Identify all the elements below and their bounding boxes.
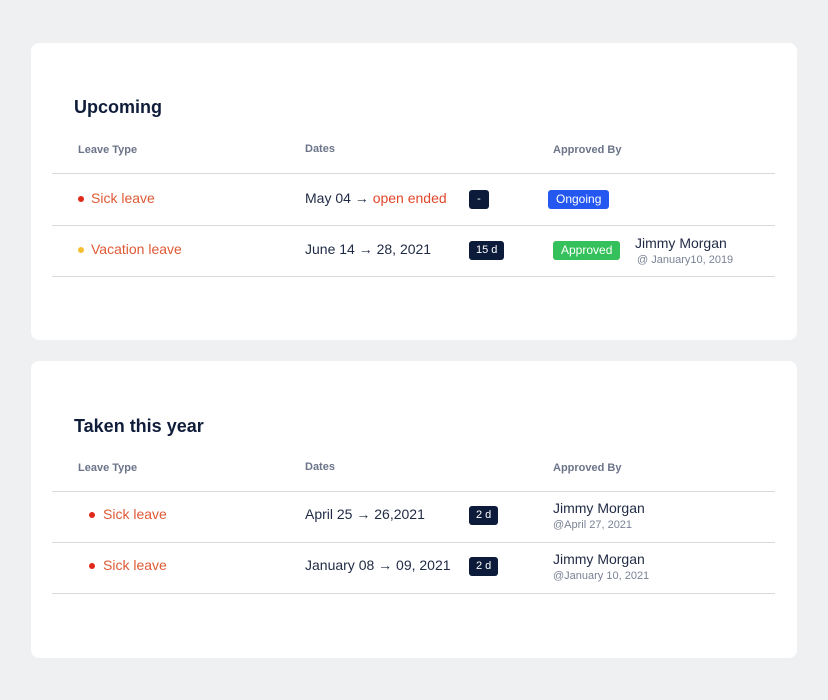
- leave-type: Sick leave: [103, 557, 167, 573]
- divider: [52, 593, 775, 594]
- approval-date: @January 10, 2021: [553, 570, 650, 582]
- table-row[interactable]: Sick leave January 08 → 09, 2021 2 d Jim…: [52, 542, 775, 592]
- table-row[interactable]: Vacation leave June 14 → 28, 2021 15 d A…: [52, 226, 775, 276]
- status-badge-approved: Approved: [553, 241, 621, 260]
- duration-badge: -: [469, 190, 489, 209]
- divider: [52, 276, 775, 277]
- leave-type: Vacation leave: [91, 241, 182, 257]
- open-ended-label: open ended: [372, 190, 447, 206]
- duration-badge: 2 d: [469, 557, 499, 576]
- taken-this-year-card: Taken this year Leave Type Dates Approve…: [31, 361, 797, 658]
- approver-name: Jimmy Morgan: [635, 235, 727, 251]
- leave-dates: June 14 → 28, 2021: [305, 241, 432, 257]
- leave-type: Sick leave: [103, 506, 167, 522]
- upcoming-card: Upcoming Leave Type Dates Approved By Si…: [31, 43, 797, 340]
- upcoming-title: Upcoming: [74, 97, 162, 117]
- column-header-approved-by: Approved By: [553, 462, 622, 474]
- approval-date: @ January10, 2019: [637, 254, 734, 266]
- duration-badge: 2 d: [469, 506, 499, 525]
- red-dot-icon: [89, 512, 95, 518]
- column-header-dates: Dates: [305, 461, 335, 473]
- table-row[interactable]: Sick leave April 25 → 26,2021 2 d Jimmy …: [52, 491, 775, 541]
- duration-badge: 15 d: [469, 241, 505, 260]
- red-dot-icon: [89, 563, 95, 569]
- leave-dates: May 04 → open ended: [305, 190, 447, 206]
- leave-dates: April 25 → 26,2021: [305, 506, 425, 522]
- yellow-dot-icon: [78, 247, 84, 253]
- approver-name: Jimmy Morgan: [553, 551, 645, 567]
- approver: Jimmy Morgan @April 27, 2021: [553, 500, 645, 533]
- divider: [52, 173, 775, 174]
- leave-dates: January 08 → 09, 2021: [305, 557, 451, 573]
- approver-name: Jimmy Morgan: [553, 500, 645, 516]
- taken-this-year-title: Taken this year: [74, 416, 204, 436]
- column-header-approved-by: Approved By: [553, 144, 622, 156]
- approver: Jimmy Morgan @January 10, 2021: [553, 551, 649, 584]
- column-header-leave-type: Leave Type: [78, 144, 138, 156]
- approver: Jimmy Morgan @ January10, 2019: [635, 235, 733, 268]
- approval-date: @April 27, 2021: [553, 519, 633, 531]
- column-header-leave-type: Leave Type: [78, 462, 138, 474]
- date-start: May 04 →: [305, 190, 373, 206]
- column-header-dates: Dates: [305, 143, 335, 155]
- table-row[interactable]: Sick leave May 04 → open ended - Ongoing: [52, 175, 775, 225]
- red-dot-icon: [78, 196, 84, 202]
- leave-type: Sick leave: [91, 190, 155, 206]
- status-badge-ongoing: Ongoing: [548, 190, 610, 209]
